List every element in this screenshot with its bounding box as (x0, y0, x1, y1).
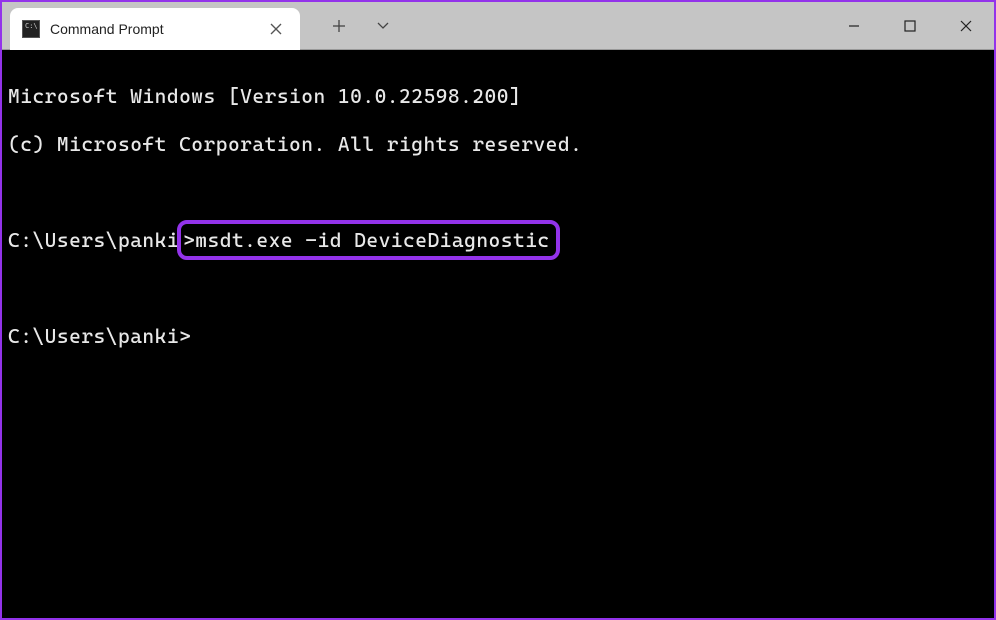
titlebar: C:\ Command Prompt (2, 2, 994, 50)
close-icon (270, 23, 282, 35)
plus-icon (332, 19, 346, 33)
terminal-line: Microsoft Windows [Version 10.0.22598.20… (8, 84, 988, 108)
terminal-output[interactable]: Microsoft Windows [Version 10.0.22598.20… (2, 50, 994, 382)
close-icon (959, 19, 973, 33)
prompt-path: C:\Users\panki (8, 228, 179, 252)
tab-title: Command Prompt (50, 21, 254, 37)
terminal-line (8, 180, 988, 204)
command-text: msdt.exe -id DeviceDiagnostic (195, 228, 549, 252)
close-tab-button[interactable] (264, 17, 288, 41)
chevron-down-icon (376, 21, 390, 31)
maximize-button[interactable] (882, 2, 938, 50)
terminal-line: (c) Microsoft Corporation. All rights re… (8, 132, 988, 156)
highlighted-command: >msdt.exe -id DeviceDiagnostic (177, 220, 560, 260)
maximize-icon (903, 19, 917, 33)
prompt-gt: > (183, 228, 195, 252)
terminal-line (8, 276, 988, 300)
window-controls (826, 2, 994, 49)
new-tab-button[interactable] (326, 13, 352, 39)
minimize-icon (847, 19, 861, 33)
tab-dropdown-button[interactable] (370, 13, 396, 39)
close-window-button[interactable] (938, 2, 994, 50)
tab-command-prompt[interactable]: C:\ Command Prompt (10, 8, 300, 50)
tab-actions (300, 2, 396, 49)
terminal-line: C:\Users\panki>msdt.exe -id DeviceDiagno… (8, 228, 988, 252)
minimize-button[interactable] (826, 2, 882, 50)
command-prompt-icon: C:\ (22, 20, 40, 38)
prompt-path: C:\Users\panki> (8, 324, 191, 348)
cursor (191, 326, 203, 348)
terminal-line: C:\Users\panki> (8, 324, 988, 348)
